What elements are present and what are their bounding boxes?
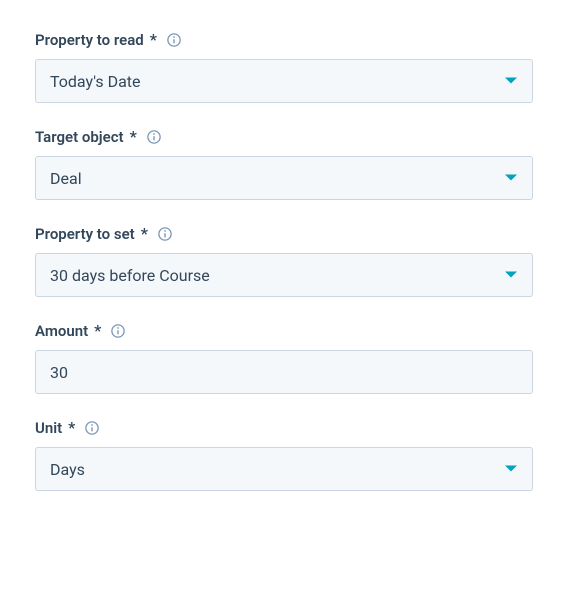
required-asterisk: * [68,418,75,437]
label-property-to-read: Property to read [35,31,144,49]
chevron-down-icon [504,173,518,183]
select-property-to-set[interactable]: 30 days before Course [35,253,533,297]
info-icon[interactable] [167,33,181,47]
label-row: Property to set * [35,224,533,243]
field-amount: Amount * [35,321,533,394]
chevron-down-icon [504,76,518,86]
select-unit[interactable]: Days [35,447,533,491]
field-unit: Unit * Days [35,418,533,491]
required-asterisk: * [141,224,148,243]
required-asterisk: * [130,127,137,146]
label-target-object: Target object [35,128,124,146]
select-value: Today's Date [50,72,141,91]
label-unit: Unit [35,419,62,437]
field-property-to-set: Property to set * 30 days before Course [35,224,533,297]
info-icon[interactable] [111,324,125,338]
required-asterisk: * [150,30,157,49]
label-property-to-set: Property to set [35,225,135,243]
label-row: Amount * [35,321,533,340]
field-target-object: Target object * Deal [35,127,533,200]
label-row: Property to read * [35,30,533,49]
label-row: Unit * [35,418,533,437]
label-row: Target object * [35,127,533,146]
info-icon[interactable] [147,130,161,144]
select-value: Days [50,460,85,479]
select-value: Deal [50,169,82,188]
info-icon[interactable] [85,421,99,435]
select-property-to-read[interactable]: Today's Date [35,59,533,103]
field-property-to-read: Property to read * Today's Date [35,30,533,103]
label-amount: Amount [35,322,88,340]
chevron-down-icon [504,270,518,280]
select-target-object[interactable]: Deal [35,156,533,200]
select-value: 30 days before Course [50,266,210,285]
input-amount[interactable] [35,350,533,394]
required-asterisk: * [94,321,101,340]
chevron-down-icon [504,464,518,474]
info-icon[interactable] [158,227,172,241]
